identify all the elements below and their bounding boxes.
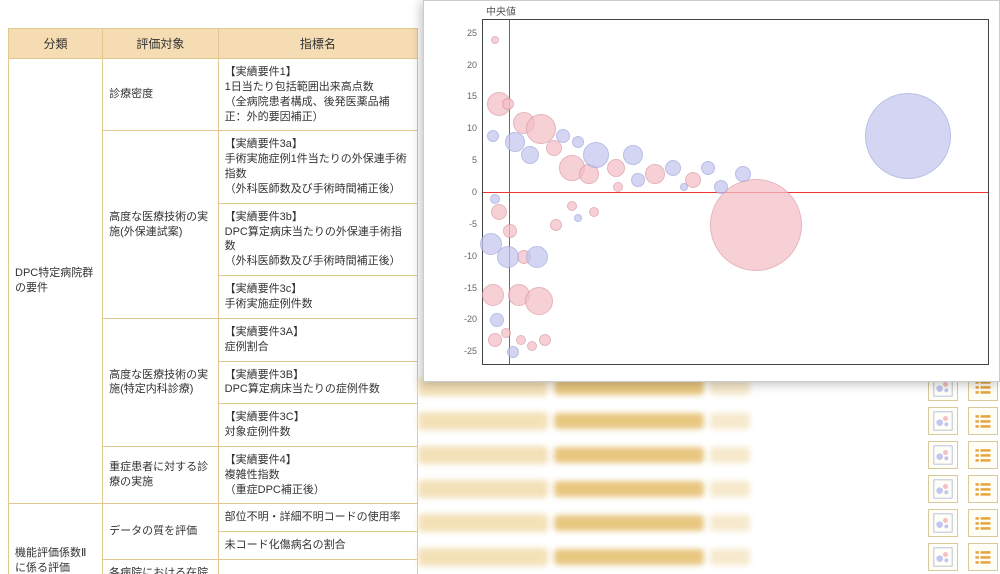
bubble-point bbox=[487, 130, 499, 142]
target-cell: 診療密度 bbox=[103, 59, 219, 131]
median-line-vertical bbox=[509, 20, 510, 364]
bubble-point bbox=[507, 346, 519, 358]
bubble-point bbox=[574, 214, 582, 222]
target-cell: データの質を評価 bbox=[103, 504, 219, 560]
target-cell: 高度な医療技術の実施(外保連試案) bbox=[103, 131, 219, 318]
bubble-point bbox=[583, 142, 609, 168]
y-tick: -5 bbox=[449, 219, 477, 229]
bubble-chart-button[interactable] bbox=[928, 509, 958, 537]
bubble-point bbox=[701, 161, 715, 175]
indicator-cell: 【実績要件3B】DPC算定病床当たりの症例件数 bbox=[218, 361, 417, 404]
target-cell: 各病院における在院日数短縮の努力を評価 bbox=[103, 560, 219, 574]
bubble-point bbox=[631, 173, 645, 187]
y-tick: -25 bbox=[449, 346, 477, 356]
bubble-point bbox=[556, 129, 570, 143]
bubble-chart-button[interactable] bbox=[928, 441, 958, 469]
bubble-point bbox=[572, 136, 584, 148]
category-cell: DPC特定病院群の要件 bbox=[9, 59, 103, 504]
list-view-button[interactable] bbox=[968, 407, 998, 435]
bubble-point bbox=[546, 140, 562, 156]
bubble-point bbox=[525, 287, 553, 315]
y-tick: 15 bbox=[449, 91, 477, 101]
bubble-point bbox=[645, 164, 665, 184]
target-cell: 高度な医療技術の実施(特定内科診療) bbox=[103, 318, 219, 446]
list-view-button[interactable] bbox=[968, 475, 998, 503]
bubble-point bbox=[490, 194, 500, 204]
y-tick: -10 bbox=[449, 251, 477, 261]
bubble-point bbox=[865, 93, 951, 179]
table-row: 機能評価係数Ⅱに係る評価データの質を評価部位不明・詳細不明コードの使用率 bbox=[9, 504, 418, 532]
bubble-point bbox=[527, 341, 537, 351]
bubble-point bbox=[502, 98, 514, 110]
col-indicator: 指標名 bbox=[218, 29, 417, 59]
bubble-point bbox=[714, 180, 728, 194]
indicator-cell: 【実績要件3b】DPC算定病床当たりの外保連手術指数（外科医師数及び手術時間補正… bbox=[218, 203, 417, 275]
bubble-point bbox=[665, 160, 681, 176]
indicator-cell: 【実績要件3C】対象症例件数 bbox=[218, 404, 417, 447]
bubble-point bbox=[491, 204, 507, 220]
bubble-point bbox=[567, 201, 577, 211]
bubble-point bbox=[550, 219, 562, 231]
bubble-point bbox=[589, 207, 599, 217]
bubble-point bbox=[488, 333, 502, 347]
y-tick: 25 bbox=[449, 28, 477, 38]
bubble-point bbox=[623, 145, 643, 165]
bubble-point bbox=[735, 166, 751, 182]
target-cell: 重症患者に対する診療の実施 bbox=[103, 446, 219, 504]
indicator-cell: 未コード化傷病名の割合 bbox=[218, 532, 417, 560]
indicator-cell: 【実績要件4】複雑性指数（重症DPC補正後） bbox=[218, 446, 417, 504]
indicator-cell: 【実績要件1】1日当たり包括範囲出来高点数（全病院患者構成、後発医薬品補正：外的… bbox=[218, 59, 417, 131]
category-cell: 機能評価係数Ⅱに係る評価 bbox=[9, 504, 103, 574]
y-tick: -20 bbox=[449, 314, 477, 324]
median-axis-label: 中央値 bbox=[486, 3, 516, 18]
bubble-chart-button[interactable] bbox=[928, 475, 958, 503]
bubble-point bbox=[482, 284, 504, 306]
y-tick: -15 bbox=[449, 283, 477, 293]
bubble-chart-button[interactable] bbox=[928, 543, 958, 571]
bubble-chart-button[interactable] bbox=[928, 407, 958, 435]
bubble-point bbox=[680, 183, 688, 191]
bubble-point bbox=[607, 159, 625, 177]
y-tick: 10 bbox=[449, 123, 477, 133]
table-row: DPC特定病院群の要件診療密度【実績要件1】1日当たり包括範囲出来高点数（全病院… bbox=[9, 59, 418, 131]
indicator-cell: 部位不明・詳細不明コードの使用率 bbox=[218, 504, 417, 532]
plot-area: -25-20-15-10-50510152025 bbox=[482, 19, 989, 365]
blurred-region bbox=[418, 370, 998, 574]
list-view-button[interactable] bbox=[968, 509, 998, 537]
indicator-cell: 【実績要件3A】症例割合 bbox=[218, 318, 417, 361]
bubble-chart-popup: 中央値 -25-20-15-10-50510152025 bbox=[423, 0, 1000, 382]
bubble-point bbox=[516, 335, 526, 345]
col-target: 評価対象 bbox=[103, 29, 219, 59]
bubble-point bbox=[521, 146, 539, 164]
bubble-point bbox=[490, 313, 504, 327]
bubble-point bbox=[539, 334, 551, 346]
indicator-cell: 効率性指数 bbox=[218, 560, 417, 574]
bubble-point bbox=[491, 36, 499, 44]
list-view-button[interactable] bbox=[968, 441, 998, 469]
bubble-point bbox=[613, 182, 623, 192]
indicator-cell: 【実績要件3a】手術実施症例1件当たりの外保連手術指数（外科医師数及び手術時間補… bbox=[218, 131, 417, 203]
y-tick: 0 bbox=[449, 187, 477, 197]
bubble-point bbox=[497, 246, 519, 268]
y-tick: 5 bbox=[449, 155, 477, 165]
list-view-button[interactable] bbox=[968, 543, 998, 571]
indicator-cell: 【実績要件3c】手術実施症例件数 bbox=[218, 276, 417, 319]
indicators-table: 分類 評価対象 指標名 DPC特定病院群の要件診療密度【実績要件1】1日当たり包… bbox=[8, 28, 418, 574]
col-category: 分類 bbox=[9, 29, 103, 59]
y-tick: 20 bbox=[449, 60, 477, 70]
bubble-point bbox=[503, 224, 517, 238]
bubble-point bbox=[526, 246, 548, 268]
